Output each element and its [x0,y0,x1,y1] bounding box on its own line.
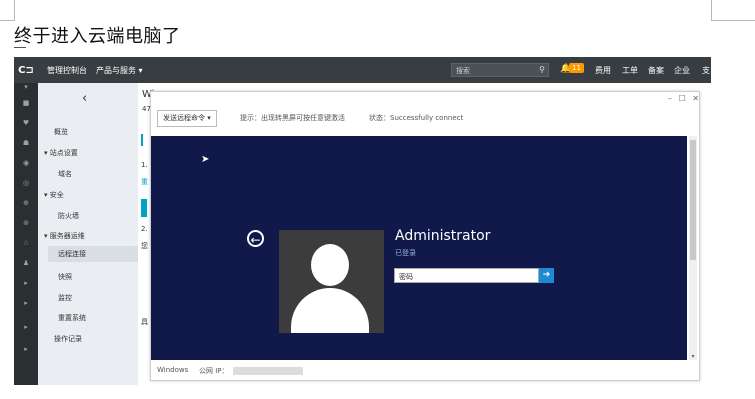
rail-storage-icon[interactable]: ◎ [14,179,38,187]
aliyun-logo[interactable]: C⊐ [14,57,38,83]
user-status: 已登录 [395,249,416,257]
side-item-monitor[interactable]: 监控 [58,293,72,303]
side-item-firewall[interactable]: 防火墙 [58,211,79,221]
password-input[interactable]: 密码 [394,268,539,283]
remote-connection-dialog: – ☐ ✕ 发送远程命令 ▾ 提示：出现转黑屏可按任意键激活 状态：Succes… [150,91,700,381]
search-placeholder: 搜索 [456,67,470,75]
remote-desktop-screen[interactable]: ➤ ← Administrator 已登录 密码 ➔ [151,136,687,360]
support-link[interactable]: 支 [702,65,710,76]
connection-status: 状态：Successfully connect [369,114,464,122]
console-link[interactable]: 管理控制台 [47,65,87,76]
scrollbar-thumb[interactable] [690,140,696,260]
collapse-chevron-icon[interactable]: ‹ [82,91,87,106]
page-margin-corner-right [711,0,755,21]
products-menu[interactable]: 产品与服务 ▾ [96,65,143,76]
top-nav-bar: C⊐ 管理控制台 产品与服务 ▾ 搜索 ⚲ 🔔 11 费用 工单 备案 企业 支 [14,57,711,83]
rail-network-icon[interactable]: ☗ [14,139,38,147]
page-margin-corner-left [0,0,15,21]
side-item-site-settings[interactable]: ▾ 站点设置 [44,148,78,158]
rail-star-icon[interactable]: ☆ [14,239,38,247]
document-caption: 终于进入云端电脑了 [14,26,181,47]
paragraph-mark [14,44,26,50]
detail-text: 具 [141,318,148,326]
dialog-toolbar: 发送远程命令 ▾ 提示：出现转黑屏可按任意键激活 状态：Successfully… [151,92,699,132]
side-item-operation-log[interactable]: 操作记录 [54,334,82,344]
back-arrow-icon[interactable]: ← [247,230,264,247]
step-one-link[interactable]: 重 [141,177,148,187]
public-ip-label: 公网 IP： [199,367,229,375]
scroll-down-icon[interactable]: ▾ [689,353,697,360]
rail-dashboard-icon[interactable]: ■ [14,99,38,107]
mouse-cursor-icon: ➤ [201,154,210,165]
rail-arrow-icon[interactable]: ▸ [14,279,38,287]
user-avatar [279,230,384,333]
tickets-link[interactable]: 工单 [622,65,638,76]
avatar-head [311,244,349,286]
avatar-body [291,288,369,333]
step-two-desc: 您 [141,242,148,250]
side-panel: ‹ 概览 ▾ 站点设置 域名 ▾ 安全 防火墙 ▾ 服务器运维 远程连接 快照 … [38,83,138,385]
side-item-server-ops[interactable]: ▾ 服务器运维 [44,231,85,241]
billing-link[interactable]: 费用 [595,65,611,76]
icp-link[interactable]: 备案 [648,65,664,76]
notification-badge: 11 [569,63,584,73]
rail-people-icon[interactable]: ♟ [14,259,38,267]
os-label: Windows [157,366,189,374]
enterprise-link[interactable]: 企业 [674,65,690,76]
rail-cloud-icon[interactable]: ⊕ [14,199,38,207]
rail-arrow-icon[interactable]: ▸ [14,345,38,353]
primary-button-edge[interactable] [141,199,147,217]
side-item-snapshot[interactable]: 快照 [58,272,72,282]
submit-arrow-button[interactable]: ➔ [539,268,554,283]
side-item-overview[interactable]: 概览 [54,127,68,137]
rail-arrow-icon[interactable]: ▸ [14,299,38,307]
step-one-text: 1. [141,161,148,169]
side-item-reset-system[interactable]: 重置系统 [58,313,86,323]
rail-arrow-icon[interactable]: ▸ [14,323,38,331]
hint-text: 提示：出现转黑屏可按任意键激活 [240,114,345,122]
left-icon-rail: ▾ ■ ♥ ☗ ◉ ◎ ⊕ ⊚ ☆ ♟ ▸ ▸ ▸ ▸ [14,83,38,385]
public-ip: 公网 IP： [199,366,319,376]
section-marker [141,134,143,146]
rail-expand-icon[interactable]: ▾ [14,83,38,91]
redacted-ip [232,367,303,375]
rail-database-icon[interactable]: ◉ [14,159,38,167]
rail-favorite-icon[interactable]: ♥ [14,119,38,127]
search-input[interactable]: 搜索 ⚲ [451,63,549,77]
side-item-domain[interactable]: 域名 [58,169,72,179]
side-item-remote-connect[interactable]: 远程连接 [48,246,138,262]
step-two-text: 2. [141,225,148,233]
rail-security-icon[interactable]: ⊚ [14,219,38,227]
dialog-footer: Windows 公网 IP： [157,366,303,375]
side-item-security[interactable]: ▾ 安全 [44,190,64,200]
vertical-scrollbar[interactable]: ▾ [689,136,697,360]
screenshot-embed: C⊐ 管理控制台 产品与服务 ▾ 搜索 ⚲ 🔔 11 费用 工单 备案 企业 支… [14,57,711,385]
user-name: Administrator [395,228,491,244]
search-icon[interactable]: ⚲ [539,65,545,74]
send-remote-command-button[interactable]: 发送远程命令 ▾ [157,110,217,127]
